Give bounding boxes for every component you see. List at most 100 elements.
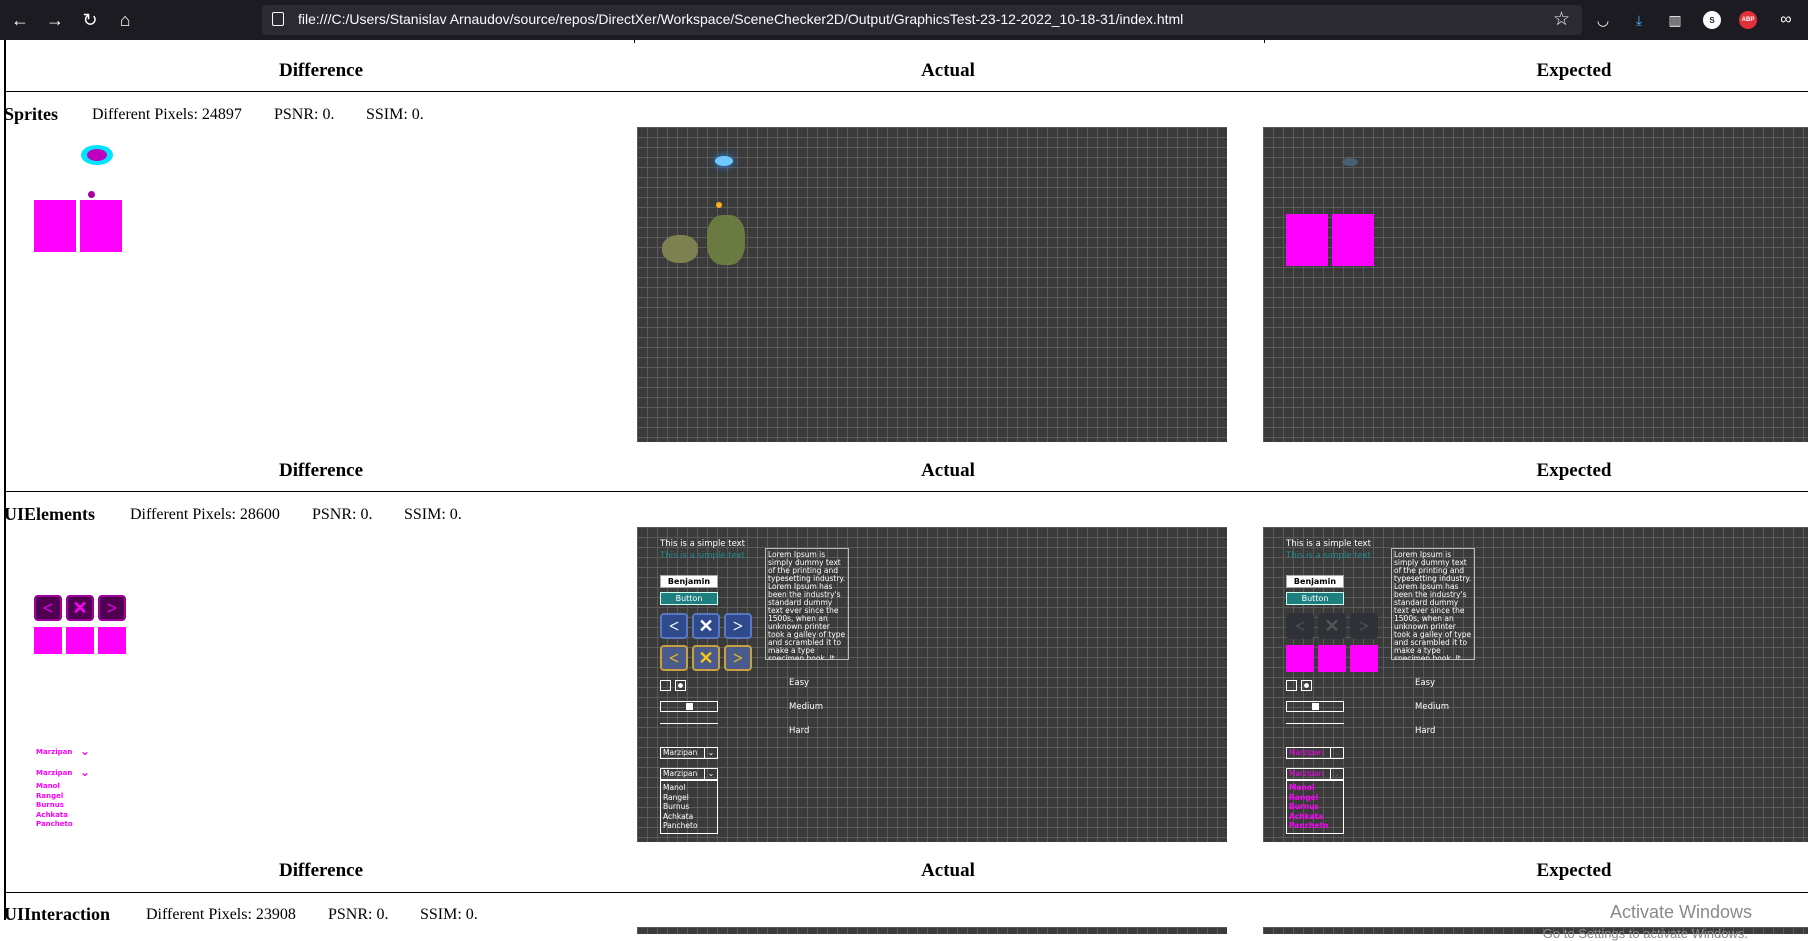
radio-option: Easy [789, 678, 810, 688]
radio-option: Medium [1415, 702, 1449, 712]
page-icon [272, 12, 284, 26]
dropdown-list: Manol Rangel Burnus Achkata Pancheto [1286, 780, 1344, 834]
dropdown-value: Marzipan [1289, 748, 1324, 757]
diff-list-item: Manol [36, 782, 60, 790]
right-arrow-icon: > [724, 645, 752, 671]
lorem-textbox: Lorem Ipsum is simply dummy text of the … [765, 548, 849, 660]
checkbox [1286, 680, 1297, 691]
slider-handle [1312, 703, 1319, 710]
diff-tile [80, 200, 122, 252]
column-header-difference: Difference [278, 60, 364, 81]
radio-option: Hard [1415, 726, 1436, 736]
actual-image [637, 127, 1227, 442]
radio-option: Medium [789, 702, 823, 712]
home-icon[interactable]: ⌂ [113, 8, 137, 32]
divider [1286, 723, 1344, 724]
actual-image: This is a simple text This is a simple t… [637, 527, 1227, 842]
dropdown-value: Marzipan [663, 748, 698, 757]
dropdown-open: Marzipan ⌄ [1286, 768, 1344, 780]
diff-list-item: Burnus [36, 801, 64, 809]
name-field: Benjamin [660, 575, 718, 588]
name-field: Benjamin [1286, 575, 1344, 588]
diff-tile [34, 200, 76, 252]
lorem-textbox: Lorem Ipsum is simply dummy text of the … [1391, 548, 1475, 660]
dropdown-open: Marzipan ⌄ [660, 768, 718, 780]
forward-icon[interactable]: → [43, 8, 67, 32]
sprite-rock [662, 235, 698, 263]
diff-list-item: Rangel [36, 791, 64, 800]
left-arrow-icon: < [660, 613, 688, 639]
left-arrow-icon: < [1286, 613, 1314, 639]
sprite-spark [716, 202, 722, 208]
left-border [4, 40, 6, 920]
checkbox [660, 680, 671, 691]
diff-tile [34, 627, 62, 654]
activate-windows-title: Activate Windows [1609, 902, 1752, 922]
right-arrow-icon: > [724, 613, 752, 639]
teal-button: Button [660, 592, 718, 605]
actual-image [637, 927, 1227, 934]
checkbox-checked [675, 680, 686, 691]
ssim-value: SSIM: 0. [420, 906, 478, 923]
diff-dropdown-value: Marzipan [36, 748, 73, 756]
expected-image: This is a simple text This is a simple t… [1263, 527, 1808, 842]
diff-close-icon: ✕ [66, 595, 94, 621]
diff-tile [66, 627, 94, 654]
divider [660, 723, 718, 724]
reload-icon[interactable]: ↻ [78, 8, 102, 32]
list-item: Pancheto [663, 821, 698, 830]
different-pixels: Different Pixels: 28600 [130, 506, 280, 523]
row-separator [4, 491, 1808, 492]
section-title: UIInteraction [4, 904, 110, 924]
section-title: UIElements [4, 504, 95, 524]
colored-text: This is a simple text [1286, 551, 1372, 561]
missing-texture [1318, 645, 1346, 672]
psnr-value: PSNR: 0. [312, 506, 373, 523]
list-item: Achkata [1289, 811, 1324, 821]
diff-dropdown-value: Marzipan [36, 769, 73, 777]
simple-text: This is a simple text [1286, 539, 1372, 549]
download-icon[interactable]: ⤓ [1628, 9, 1650, 31]
simple-text: This is a simple text [660, 539, 746, 549]
column-header-expected: Expected [1536, 860, 1612, 881]
diff-chevron-icon: ⌄ [80, 744, 91, 758]
chevron-down-icon: ⌄ [704, 748, 717, 758]
url-text[interactable]: file:///C:/Users/Stanislav Arnaudov/sour… [298, 11, 1183, 27]
dropdown-value: Marzipan [1289, 769, 1324, 778]
back-icon[interactable]: ← [8, 8, 32, 32]
report-page: Difference Actual Expected Sprites Diffe… [0, 40, 1808, 934]
diff-left-icon: < [34, 595, 62, 621]
address-bar[interactable]: file:///C:/Users/Stanislav Arnaudov/sour… [262, 5, 1582, 35]
row-separator [4, 91, 1808, 92]
diff-chevron-icon: ⌄ [80, 765, 91, 779]
chevron-down-icon: ⌄ [1330, 748, 1343, 758]
adblock-icon[interactable]: ABP [1739, 11, 1757, 29]
diff-tile [98, 627, 126, 654]
private-mask-icon[interactable]: ∞ [1775, 9, 1797, 31]
psnr-value: PSNR: 0. [328, 906, 389, 923]
radio-option: Easy [1415, 678, 1436, 688]
browser-toolbar: ← → ↻ ⌂ file:///C:/Users/Stanislav Arnau… [0, 0, 1808, 40]
column-header-expected: Expected [1536, 60, 1612, 81]
pocket-icon[interactable]: ◡ [1592, 9, 1614, 31]
column-header-actual: Actual [921, 460, 975, 481]
missing-texture [1286, 645, 1314, 672]
diff-dot [88, 191, 95, 198]
reader-view-icon[interactable]: ▥ [1664, 9, 1686, 31]
diff-dropdown-list: Manol Rangel Burnus Achkata Pancheto [36, 782, 73, 830]
column-header-difference: Difference [278, 460, 364, 481]
close-icon: ✕ [692, 613, 720, 639]
divider-tick [634, 40, 635, 43]
section-title: Sprites [4, 104, 58, 124]
dropdown-value: Marzipan [663, 769, 698, 778]
teal-button: Button [1286, 592, 1344, 605]
account-icon[interactable]: S [1703, 11, 1721, 29]
bookmark-star-icon[interactable]: ☆ [1553, 8, 1570, 31]
list-item: Burnus [663, 802, 690, 811]
colored-text: This is a simple text [660, 551, 746, 561]
ssim-value: SSIM: 0. [366, 106, 424, 123]
row-separator [4, 892, 1808, 893]
list-item: Achkata [663, 811, 694, 821]
column-header-actual: Actual [921, 60, 975, 81]
list-item: Burnus [1289, 802, 1319, 811]
